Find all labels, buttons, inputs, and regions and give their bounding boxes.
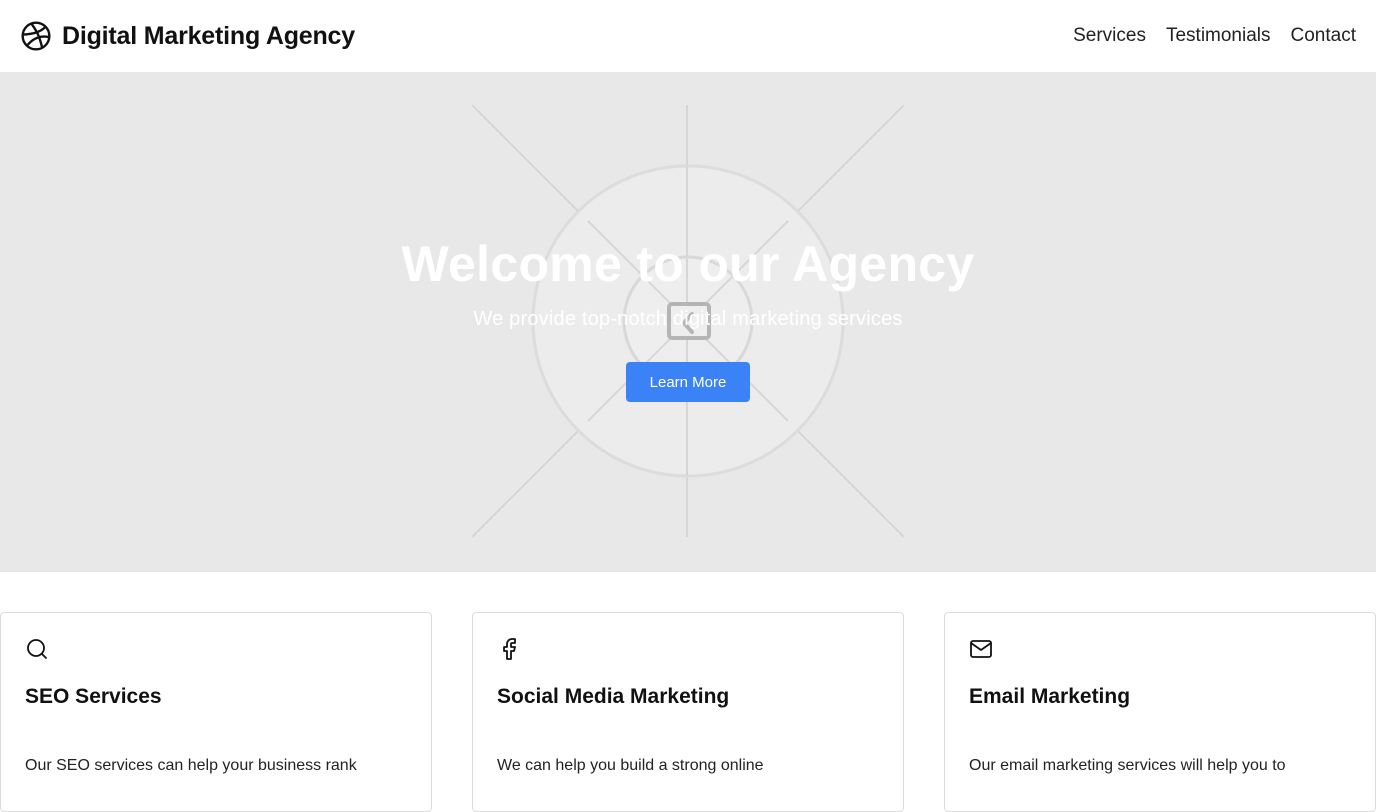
hero-subtitle: We provide top-notch digital marketing s…	[473, 308, 903, 330]
dribbble-ball-icon	[21, 21, 51, 51]
site-header: Digital Marketing Agency Services Testim…	[0, 0, 1376, 72]
service-card-seo[interactable]: SEO Services Our SEO services can help y…	[0, 612, 432, 812]
service-card-text: Our SEO services can help your business …	[25, 757, 357, 774]
service-card-title: Email Marketing	[969, 685, 1131, 708]
hero-section: Welcome to our Agency We provide top-not…	[0, 72, 1376, 572]
facebook-icon	[497, 637, 521, 661]
hero-content: Welcome to our Agency We provide top-not…	[0, 232, 1376, 402]
services-section: SEO Services Our SEO services can help y…	[0, 612, 1376, 812]
nav-link-services[interactable]: Services	[1073, 25, 1146, 47]
nav-link-contact[interactable]: Contact	[1291, 25, 1356, 47]
nav-link-testimonials[interactable]: Testimonials	[1166, 25, 1271, 47]
hero-title: Welcome to our Agency	[401, 236, 975, 292]
service-card-text: We can help you build a strong online	[497, 757, 764, 774]
brand-name: Digital Marketing Agency	[62, 21, 355, 50]
service-card-title: SEO Services	[25, 685, 162, 708]
learn-more-button[interactable]: Learn More	[626, 362, 750, 402]
brand[interactable]: Digital Marketing Agency	[20, 20, 355, 52]
search-icon	[25, 637, 49, 661]
mail-icon	[969, 637, 993, 661]
main-nav: Services Testimonials Contact	[1073, 25, 1356, 47]
service-card-title: Social Media Marketing	[497, 685, 730, 708]
service-card-email[interactable]: Email Marketing Our email marketing serv…	[944, 612, 1376, 812]
service-card-text: Our email marketing services will help y…	[969, 757, 1286, 774]
service-card-social-media[interactable]: Social Media Marketing We can help you b…	[472, 612, 904, 812]
